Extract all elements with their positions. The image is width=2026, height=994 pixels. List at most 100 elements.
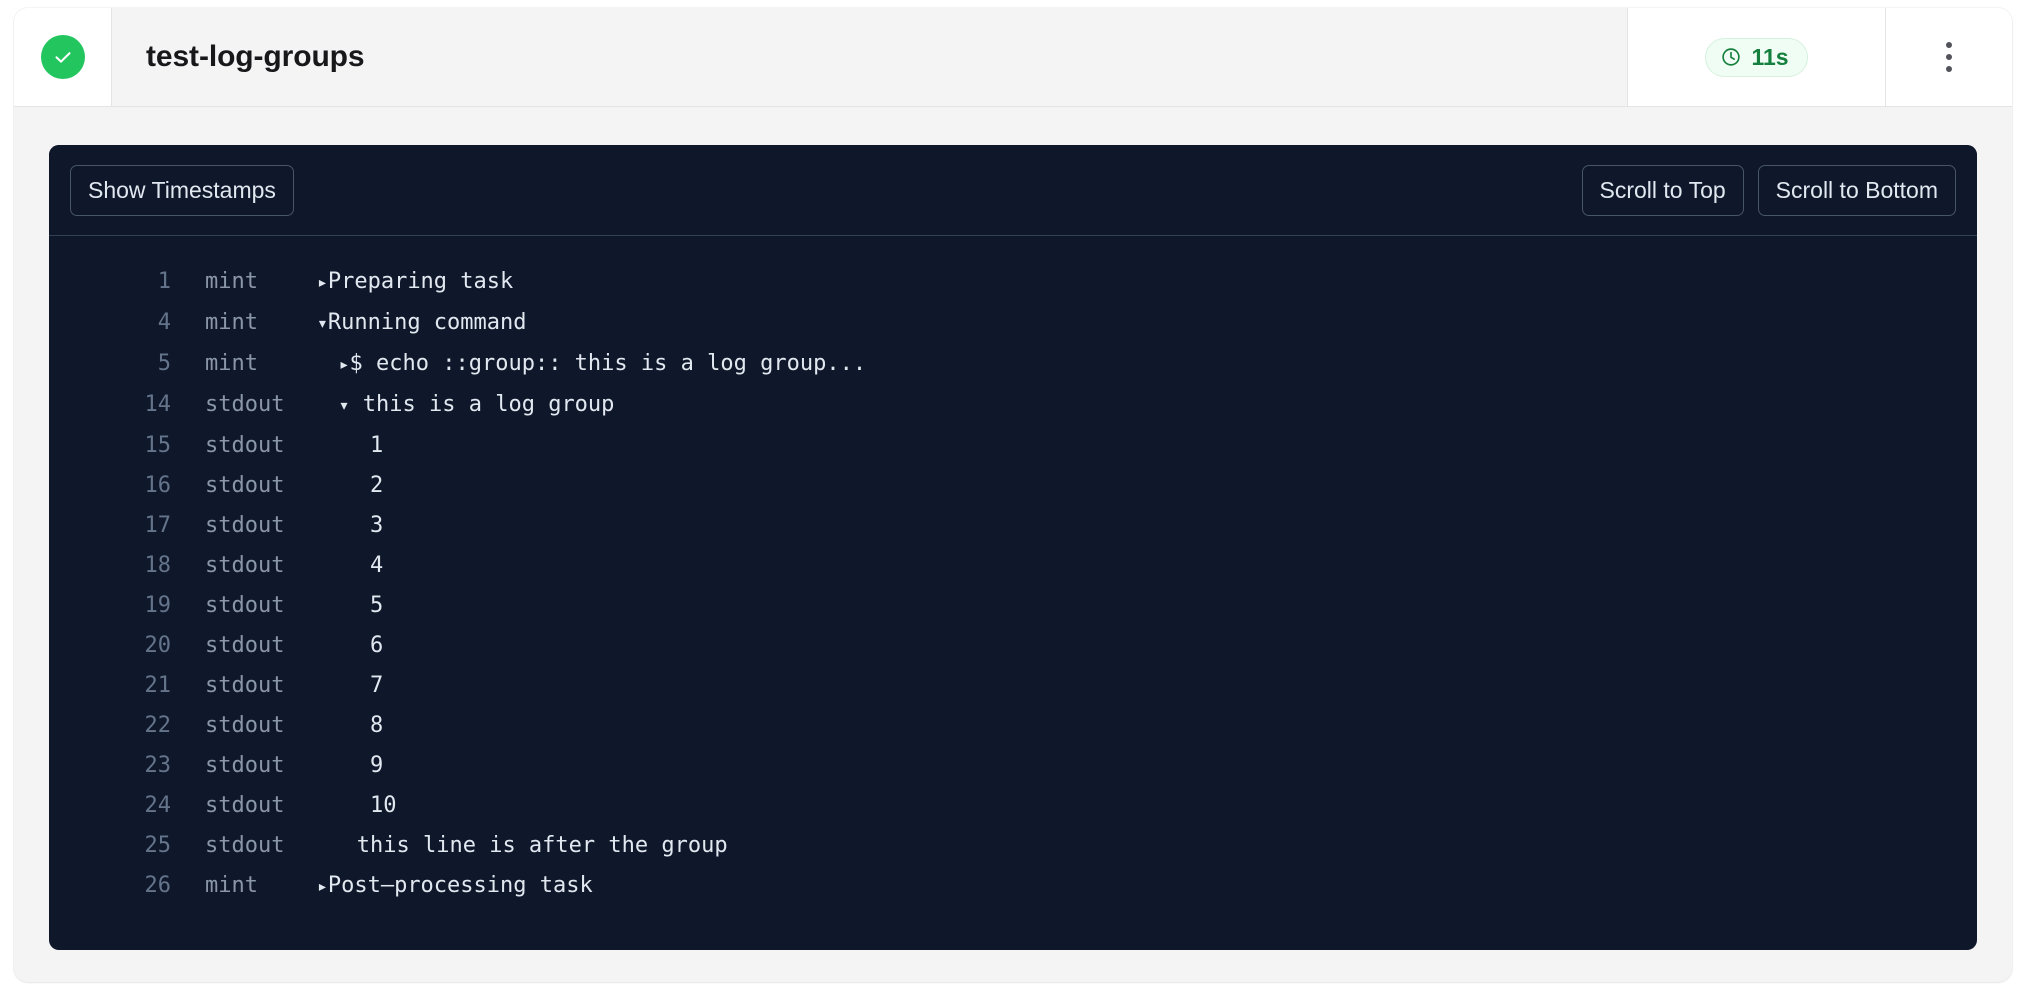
log-line-text: 10: [356, 793, 397, 818]
log-line-stream: stdout: [205, 673, 285, 698]
log-line[interactable]: 4 mint ▾Running command: [49, 303, 1977, 344]
log-line[interactable]: 26 mint ▸Post–processing task: [49, 866, 1977, 907]
log-line[interactable]: 5 mint ▸$ echo ::group:: this is a log gr…: [49, 344, 1977, 385]
log-line-stream: stdout: [205, 513, 285, 538]
log-line-content: ▾Running command: [317, 303, 1953, 344]
log-line-text: 8: [356, 713, 384, 738]
chevron-right-icon[interactable]: ▸: [317, 876, 328, 897]
log-line-number: 16: [144, 473, 172, 498]
scroll-to-bottom-button[interactable]: Scroll to Bottom: [1757, 164, 1956, 216]
log-line-content: 9: [317, 746, 1953, 786]
log-line-content: 4: [317, 546, 1953, 586]
log-line-text: 6: [356, 633, 384, 658]
kebab-dot: [1946, 42, 1952, 48]
log-line-number: 21: [144, 673, 172, 698]
log-line-text: $ echo ::group:: this is a log group...: [349, 351, 867, 376]
log-line-content: 10: [317, 786, 1953, 826]
log-line-number: 1: [157, 269, 171, 294]
log-line[interactable]: 23 stdout 9: [49, 746, 1977, 786]
check-circle-icon: [40, 35, 85, 79]
chevron-down-icon[interactable]: ▾: [317, 313, 328, 334]
log-toolbar: Show Timestamps Scroll to Top Scroll to …: [49, 145, 1977, 236]
log-line-content: 5: [317, 586, 1953, 626]
log-line-stream: stdout: [205, 433, 285, 458]
log-line-stream: mint: [205, 310, 258, 335]
log-line-text: Preparing task: [327, 269, 514, 294]
log-line-text: this line is after the group: [343, 833, 728, 858]
page-title: test-log-groups: [146, 40, 365, 73]
log-line-stream: mint: [205, 873, 258, 898]
log-line-text: Running command: [327, 310, 527, 335]
log-line-stream: stdout: [205, 833, 285, 858]
log-line-text: this is a log group: [349, 392, 615, 417]
log-line-text: 2: [356, 473, 384, 498]
log-line-stream: stdout: [205, 593, 285, 618]
log-line-stream: stdout: [205, 793, 285, 818]
log-line-number: 14: [144, 392, 172, 417]
kebab-menu-icon[interactable]: [1932, 32, 1966, 82]
log-line-text: Post–processing task: [327, 873, 593, 898]
log-line-stream: stdout: [205, 553, 285, 578]
log-line[interactable]: 16 stdout 2: [49, 466, 1977, 506]
log-line[interactable]: 1 mint ▸Preparing task: [49, 262, 1977, 303]
log-line-number: 18: [144, 553, 172, 578]
log-line-number: 5: [157, 351, 171, 376]
log-line-stream: stdout: [205, 633, 285, 658]
kebab-dot: [1946, 66, 1952, 72]
log-line[interactable]: 21 stdout 7: [49, 666, 1977, 706]
log-scroll-controls: Scroll to Top Scroll to Bottom: [1581, 164, 1956, 216]
log-line[interactable]: 25 stdout this line is after the group: [49, 826, 1977, 866]
log-line-number: 4: [157, 310, 171, 335]
log-line-text: 5: [356, 593, 384, 618]
log-line-stream: mint: [205, 351, 258, 376]
log-line-content: ▾ this is a log group: [317, 385, 1953, 426]
log-line-number: 19: [144, 593, 172, 618]
log-line-number: 23: [144, 753, 172, 778]
task-header: test-log-groups 11s: [14, 8, 2012, 107]
log-line[interactable]: 14 stdout ▾ this is a log group: [49, 385, 1977, 426]
log-line-number: 24: [144, 793, 172, 818]
log-line-content: 3: [317, 506, 1953, 546]
log-line[interactable]: 18 stdout 4: [49, 546, 1977, 586]
chevron-down-icon[interactable]: ▾: [317, 395, 350, 416]
log-line[interactable]: 22 stdout 8: [49, 706, 1977, 746]
kebab-dot: [1946, 54, 1952, 60]
log-line-number: 17: [144, 513, 172, 538]
log-line-number: 15: [144, 433, 172, 458]
log-line-text: 4: [356, 553, 384, 578]
log-line-stream: stdout: [205, 753, 285, 778]
show-timestamps-button[interactable]: Show Timestamps: [70, 164, 294, 216]
log-line-content: 8: [317, 706, 1953, 746]
log-line[interactable]: 24 stdout 10: [49, 786, 1977, 826]
log-line-number: 22: [144, 713, 172, 738]
task-status-cell: [14, 8, 112, 106]
scroll-to-top-button[interactable]: Scroll to Top: [1581, 164, 1744, 216]
log-line-number: 20: [144, 633, 172, 658]
log-line-stream: mint: [205, 269, 258, 294]
clock-icon: [1720, 46, 1742, 68]
log-line-content: ▸Post–processing task: [317, 866, 1953, 907]
task-menu-cell: [1885, 8, 2012, 106]
log-line-number: 25: [144, 833, 172, 858]
duration-label: 11s: [1751, 43, 1789, 70]
log-line-text: 1: [356, 433, 384, 458]
log-line-content: 6: [317, 626, 1953, 666]
task-duration-cell: 11s: [1627, 8, 1885, 106]
log-line-content: 2: [317, 466, 1953, 506]
log-line-text: 7: [356, 673, 384, 698]
log-line-stream: stdout: [205, 473, 285, 498]
log-line-content: 7: [317, 666, 1953, 706]
log-line-text: 3: [356, 513, 384, 538]
task-title-cell: test-log-groups: [112, 8, 1627, 106]
chevron-right-icon[interactable]: ▸: [317, 354, 350, 375]
log-line[interactable]: 15 stdout 1: [49, 426, 1977, 466]
chevron-right-icon[interactable]: ▸: [317, 272, 328, 293]
log-line[interactable]: 17 stdout 3: [49, 506, 1977, 546]
log-line[interactable]: 20 stdout 6: [49, 626, 1977, 666]
log-output[interactable]: 1 mint ▸Preparing task 4 mint ▾Running comman…: [49, 236, 1977, 950]
log-line[interactable]: 19 stdout 5: [49, 586, 1977, 626]
log-line-stream: stdout: [205, 713, 285, 738]
duration-badge: 11s: [1705, 37, 1808, 77]
log-line-content: this line is after the group: [317, 826, 1953, 866]
log-line-content: 1: [317, 426, 1953, 466]
